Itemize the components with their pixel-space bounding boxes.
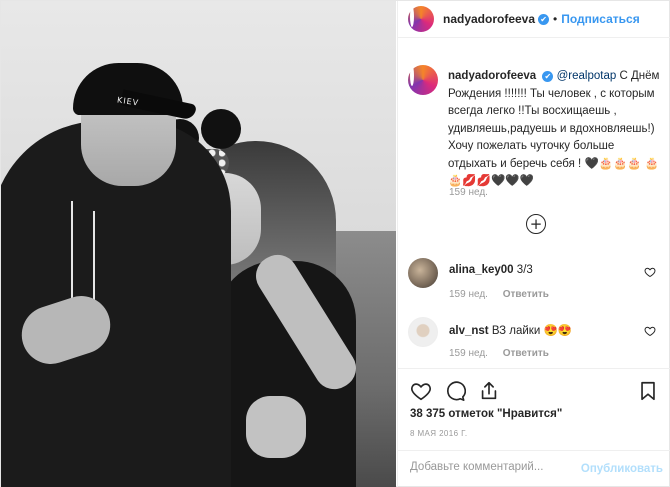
comment-avatar[interactable] (408, 258, 438, 288)
add-comment-input[interactable] (410, 461, 590, 473)
like-heart-icon[interactable] (410, 380, 432, 402)
verified-badge-icon: ✔ (538, 13, 550, 25)
comment-body: 3/3 (516, 264, 533, 276)
photo-hands (246, 396, 306, 458)
photo-mouse-ear-right (201, 109, 241, 149)
caption-text-block: nadyadorofeeva ✔ @realpotap С Днём Рожде… (448, 68, 664, 191)
post-date[interactable]: 8 МАЯ 2016 Г. (410, 429, 467, 438)
header-separator: • (553, 12, 558, 26)
caption-verified-badge-icon: ✔ (542, 71, 554, 82)
comment-item: alv_nst ВЗ лайки 😍😍 159 нед. Ответить (408, 317, 664, 359)
likes-count[interactable]: 38 375 отметок "Нравится" (410, 408, 562, 420)
comment-reply-button[interactable]: Ответить (503, 348, 549, 359)
publish-button[interactable]: Опубликовать (581, 463, 663, 475)
save-bookmark-icon[interactable] (637, 380, 659, 402)
comment-text-line: alina_key00 3/3 (449, 264, 533, 276)
comment-avatar[interactable] (408, 317, 438, 347)
comment-timestamp[interactable]: 159 нед. (449, 348, 488, 359)
follow-button[interactable]: Подписаться (561, 12, 639, 26)
instagram-post: KIEV nadyadorofeeva ✔ • Подписаться nady… (0, 0, 670, 487)
author-username[interactable]: nadyadorofeeva (443, 12, 535, 26)
comment-body: ВЗ лайки 😍😍 (491, 325, 573, 337)
comment-username[interactable]: alina_key00 (449, 264, 514, 276)
post-caption: nadyadorofeeva ✔ @realpotap С Днём Рожде… (408, 65, 664, 191)
comment-meta: 159 нед. Ответить (449, 289, 549, 300)
caption-mention-link[interactable]: @realpotap (557, 70, 617, 82)
add-comment-section: Опубликовать (398, 450, 670, 487)
comment-reply-button[interactable]: Ответить (503, 289, 549, 300)
comment-like-heart-icon[interactable] (644, 266, 656, 278)
author-avatar[interactable] (408, 6, 434, 32)
share-arrow-icon[interactable] (478, 380, 500, 402)
caption-username[interactable]: nadyadorofeeva (448, 70, 536, 82)
comment-username[interactable]: alv_nst (449, 325, 489, 337)
comment-timestamp[interactable]: 159 нед. (449, 289, 488, 300)
caption-author-avatar[interactable] (408, 65, 438, 95)
comment-bubble-icon[interactable] (444, 380, 466, 402)
comment-item: alina_key00 3/3 159 нед. Ответить (408, 258, 664, 300)
post-header: nadyadorofeeva ✔ • Подписаться (398, 1, 670, 38)
post-photo[interactable]: KIEV (1, 1, 396, 487)
caption-timestamp[interactable]: 159 нед. (449, 187, 488, 198)
comment-meta: 159 нед. Ответить (449, 348, 549, 359)
caption-body: С Днём Рождения !!!!!!! Ты человек , с к… (448, 70, 660, 187)
load-more-comments-button[interactable]: + (526, 214, 546, 234)
post-actions-bar (398, 368, 670, 408)
post-side-panel: nadyadorofeeva ✔ • Подписаться nadyadoro… (397, 1, 670, 487)
author-avatar-image (410, 6, 414, 27)
caption-avatar-image (410, 65, 414, 86)
comment-like-heart-icon[interactable] (644, 325, 656, 337)
comment-text-line: alv_nst ВЗ лайки 😍😍 (449, 323, 572, 337)
